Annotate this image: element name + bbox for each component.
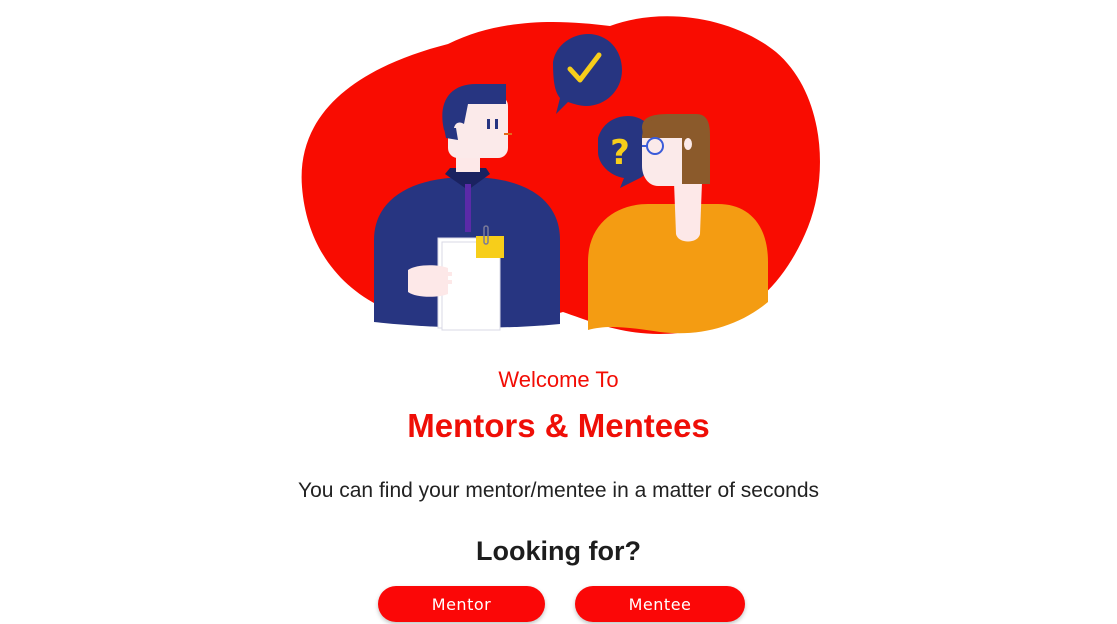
svg-text:?: ? <box>610 133 630 173</box>
mentee-button[interactable]: Mentee <box>575 586 745 622</box>
tagline: You can find your mentor/mentee in a mat… <box>297 479 820 502</box>
mentor-button[interactable]: Mentor <box>378 586 545 622</box>
welcome-screen: ? Welcome To Mentors & Mentees You can f… <box>0 0 1117 624</box>
app-title: Mentors & Mentees <box>407 407 710 444</box>
hero-illustration: ? <box>298 12 826 337</box>
welcome-text: Welcome To <box>498 367 619 392</box>
looking-for-heading: Looking for? <box>476 536 641 566</box>
